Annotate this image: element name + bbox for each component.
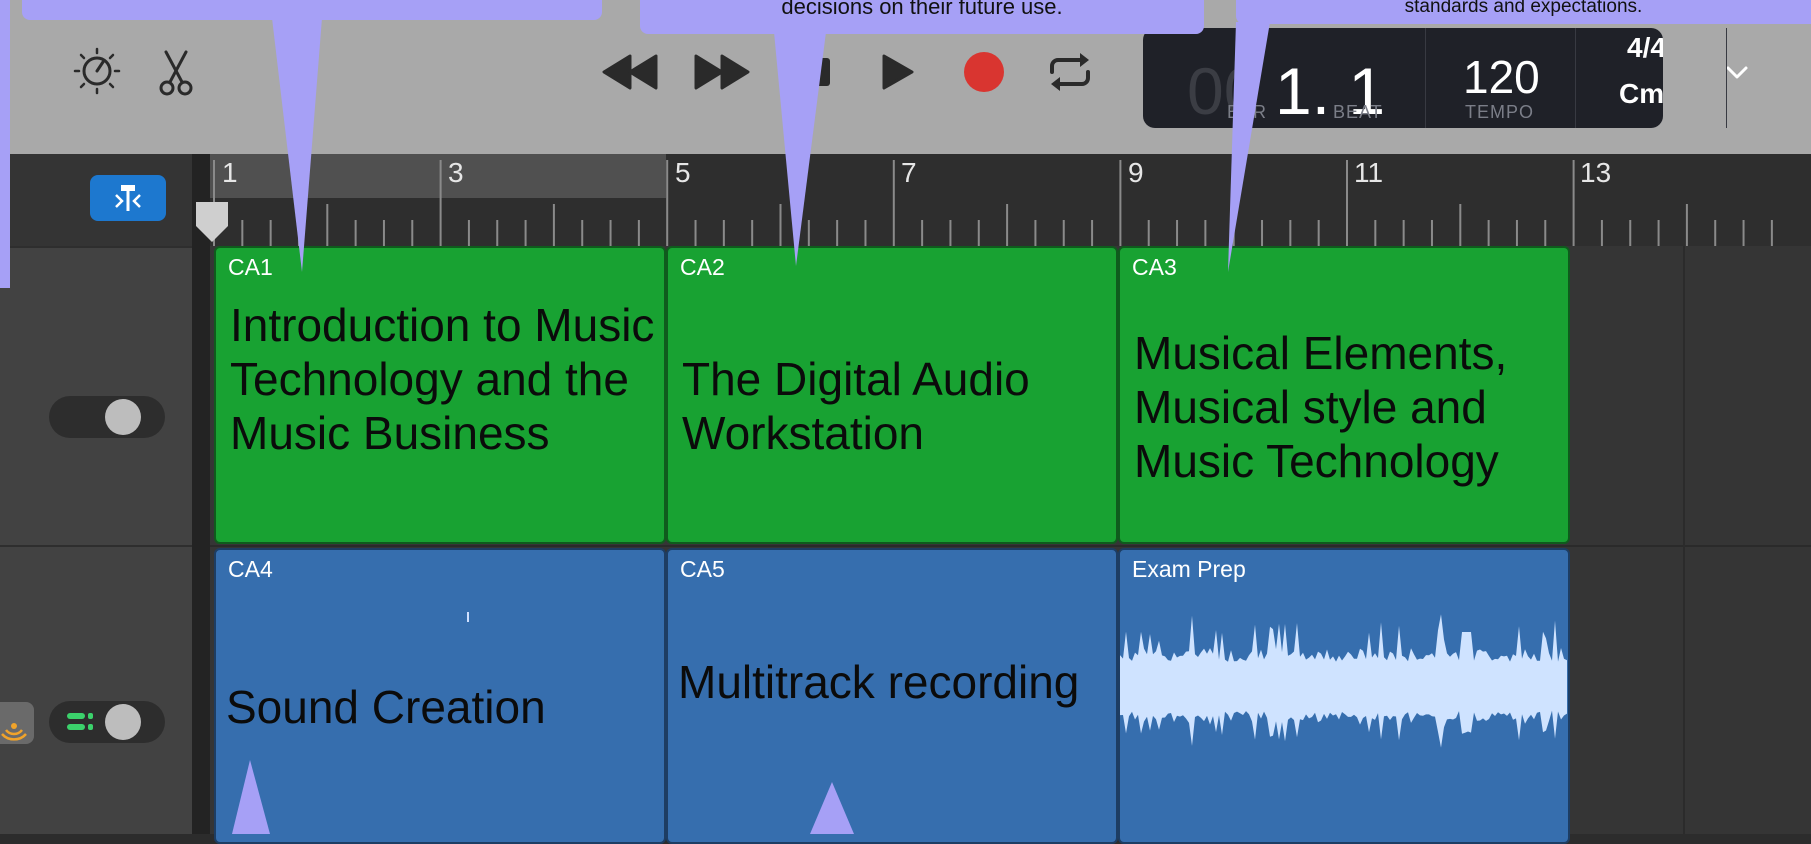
callout-pointers	[232, 18, 1270, 834]
